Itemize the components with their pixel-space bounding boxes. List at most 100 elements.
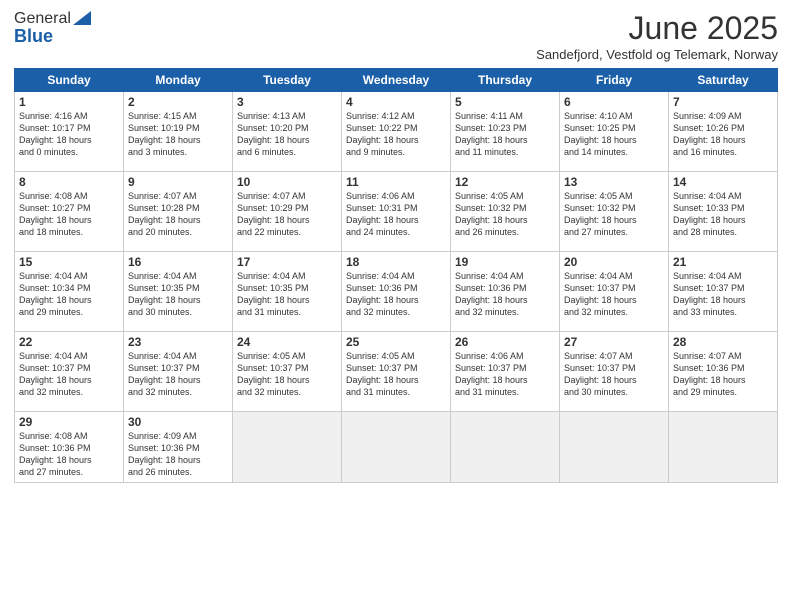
day-info: Sunrise: 4:04 AM Sunset: 10:37 PM Daylig…: [19, 350, 119, 399]
day-info: Sunrise: 4:12 AM Sunset: 10:22 PM Daylig…: [346, 110, 446, 159]
day-number: 2: [128, 95, 228, 109]
day-info: Sunrise: 4:07 AM Sunset: 10:29 PM Daylig…: [237, 190, 337, 239]
day-info: Sunrise: 4:04 AM Sunset: 10:35 PM Daylig…: [128, 270, 228, 319]
day-info: Sunrise: 4:07 AM Sunset: 10:37 PM Daylig…: [564, 350, 664, 399]
day-info: Sunrise: 4:04 AM Sunset: 10:36 PM Daylig…: [455, 270, 555, 319]
calendar-cell: [560, 412, 669, 483]
day-number: 14: [673, 175, 773, 189]
day-info: Sunrise: 4:06 AM Sunset: 10:37 PM Daylig…: [455, 350, 555, 399]
calendar-cell: 4Sunrise: 4:12 AM Sunset: 10:22 PM Dayli…: [342, 92, 451, 172]
day-number: 20: [564, 255, 664, 269]
day-info: Sunrise: 4:13 AM Sunset: 10:20 PM Daylig…: [237, 110, 337, 159]
calendar-cell: 23Sunrise: 4:04 AM Sunset: 10:37 PM Dayl…: [124, 332, 233, 412]
calendar-cell: [669, 412, 778, 483]
day-info: Sunrise: 4:04 AM Sunset: 10:35 PM Daylig…: [237, 270, 337, 319]
day-info: Sunrise: 4:08 AM Sunset: 10:36 PM Daylig…: [19, 430, 119, 479]
day-number: 11: [346, 175, 446, 189]
day-number: 30: [128, 415, 228, 429]
logo-icon: [73, 11, 91, 25]
day-info: Sunrise: 4:06 AM Sunset: 10:31 PM Daylig…: [346, 190, 446, 239]
col-header-tuesday: Tuesday: [233, 69, 342, 92]
calendar-header-row: SundayMondayTuesdayWednesdayThursdayFrid…: [15, 69, 778, 92]
calendar-week-4: 22Sunrise: 4:04 AM Sunset: 10:37 PM Dayl…: [15, 332, 778, 412]
calendar-cell: 27Sunrise: 4:07 AM Sunset: 10:37 PM Dayl…: [560, 332, 669, 412]
day-info: Sunrise: 4:15 AM Sunset: 10:19 PM Daylig…: [128, 110, 228, 159]
page: General Blue June 2025 Sandefjord, Vestf…: [0, 0, 792, 612]
col-header-saturday: Saturday: [669, 69, 778, 92]
day-info: Sunrise: 4:09 AM Sunset: 10:36 PM Daylig…: [128, 430, 228, 479]
col-header-monday: Monday: [124, 69, 233, 92]
calendar-cell: 28Sunrise: 4:07 AM Sunset: 10:36 PM Dayl…: [669, 332, 778, 412]
calendar-cell: 18Sunrise: 4:04 AM Sunset: 10:36 PM Dayl…: [342, 252, 451, 332]
day-number: 17: [237, 255, 337, 269]
calendar-cell: [233, 412, 342, 483]
calendar-week-2: 8Sunrise: 4:08 AM Sunset: 10:27 PM Dayli…: [15, 172, 778, 252]
calendar-cell: 8Sunrise: 4:08 AM Sunset: 10:27 PM Dayli…: [15, 172, 124, 252]
day-number: 27: [564, 335, 664, 349]
calendar-cell: 19Sunrise: 4:04 AM Sunset: 10:36 PM Dayl…: [451, 252, 560, 332]
calendar-cell: 7Sunrise: 4:09 AM Sunset: 10:26 PM Dayli…: [669, 92, 778, 172]
day-number: 24: [237, 335, 337, 349]
day-number: 1: [19, 95, 119, 109]
day-number: 6: [564, 95, 664, 109]
day-info: Sunrise: 4:05 AM Sunset: 10:32 PM Daylig…: [564, 190, 664, 239]
day-number: 23: [128, 335, 228, 349]
day-number: 16: [128, 255, 228, 269]
calendar-week-3: 15Sunrise: 4:04 AM Sunset: 10:34 PM Dayl…: [15, 252, 778, 332]
day-number: 18: [346, 255, 446, 269]
day-number: 25: [346, 335, 446, 349]
day-number: 3: [237, 95, 337, 109]
day-info: Sunrise: 4:07 AM Sunset: 10:28 PM Daylig…: [128, 190, 228, 239]
day-number: 5: [455, 95, 555, 109]
calendar-cell: 25Sunrise: 4:05 AM Sunset: 10:37 PM Dayl…: [342, 332, 451, 412]
logo-blue-text: Blue: [14, 26, 53, 47]
title-block: June 2025 Sandefjord, Vestfold og Telema…: [536, 10, 778, 62]
calendar-cell: 1Sunrise: 4:16 AM Sunset: 10:17 PM Dayli…: [15, 92, 124, 172]
calendar-cell: 11Sunrise: 4:06 AM Sunset: 10:31 PM Dayl…: [342, 172, 451, 252]
calendar-week-1: 1Sunrise: 4:16 AM Sunset: 10:17 PM Dayli…: [15, 92, 778, 172]
calendar-table: SundayMondayTuesdayWednesdayThursdayFrid…: [14, 68, 778, 483]
calendar-cell: 26Sunrise: 4:06 AM Sunset: 10:37 PM Dayl…: [451, 332, 560, 412]
calendar-cell: [451, 412, 560, 483]
col-header-sunday: Sunday: [15, 69, 124, 92]
day-number: 28: [673, 335, 773, 349]
logo: General Blue: [14, 10, 91, 47]
calendar-cell: 6Sunrise: 4:10 AM Sunset: 10:25 PM Dayli…: [560, 92, 669, 172]
calendar-cell: 29Sunrise: 4:08 AM Sunset: 10:36 PM Dayl…: [15, 412, 124, 483]
day-number: 7: [673, 95, 773, 109]
day-info: Sunrise: 4:04 AM Sunset: 10:36 PM Daylig…: [346, 270, 446, 319]
calendar-cell: 12Sunrise: 4:05 AM Sunset: 10:32 PM Dayl…: [451, 172, 560, 252]
day-info: Sunrise: 4:04 AM Sunset: 10:37 PM Daylig…: [673, 270, 773, 319]
day-info: Sunrise: 4:04 AM Sunset: 10:33 PM Daylig…: [673, 190, 773, 239]
day-info: Sunrise: 4:04 AM Sunset: 10:34 PM Daylig…: [19, 270, 119, 319]
day-info: Sunrise: 4:07 AM Sunset: 10:36 PM Daylig…: [673, 350, 773, 399]
header: General Blue June 2025 Sandefjord, Vestf…: [14, 10, 778, 62]
day-number: 19: [455, 255, 555, 269]
calendar-cell: 21Sunrise: 4:04 AM Sunset: 10:37 PM Dayl…: [669, 252, 778, 332]
col-header-wednesday: Wednesday: [342, 69, 451, 92]
day-info: Sunrise: 4:04 AM Sunset: 10:37 PM Daylig…: [128, 350, 228, 399]
day-info: Sunrise: 4:08 AM Sunset: 10:27 PM Daylig…: [19, 190, 119, 239]
calendar-cell: 20Sunrise: 4:04 AM Sunset: 10:37 PM Dayl…: [560, 252, 669, 332]
calendar-cell: 5Sunrise: 4:11 AM Sunset: 10:23 PM Dayli…: [451, 92, 560, 172]
calendar-week-5: 29Sunrise: 4:08 AM Sunset: 10:36 PM Dayl…: [15, 412, 778, 483]
day-number: 9: [128, 175, 228, 189]
day-number: 8: [19, 175, 119, 189]
day-number: 26: [455, 335, 555, 349]
calendar-cell: 30Sunrise: 4:09 AM Sunset: 10:36 PM Dayl…: [124, 412, 233, 483]
location-subtitle: Sandefjord, Vestfold og Telemark, Norway: [536, 47, 778, 62]
calendar-cell: 17Sunrise: 4:04 AM Sunset: 10:35 PM Dayl…: [233, 252, 342, 332]
day-number: 21: [673, 255, 773, 269]
day-info: Sunrise: 4:05 AM Sunset: 10:37 PM Daylig…: [346, 350, 446, 399]
day-info: Sunrise: 4:09 AM Sunset: 10:26 PM Daylig…: [673, 110, 773, 159]
day-number: 29: [19, 415, 119, 429]
day-info: Sunrise: 4:11 AM Sunset: 10:23 PM Daylig…: [455, 110, 555, 159]
calendar-cell: 15Sunrise: 4:04 AM Sunset: 10:34 PM Dayl…: [15, 252, 124, 332]
calendar-cell: 14Sunrise: 4:04 AM Sunset: 10:33 PM Dayl…: [669, 172, 778, 252]
calendar-cell: 10Sunrise: 4:07 AM Sunset: 10:29 PM Dayl…: [233, 172, 342, 252]
calendar-cell: 13Sunrise: 4:05 AM Sunset: 10:32 PM Dayl…: [560, 172, 669, 252]
col-header-friday: Friday: [560, 69, 669, 92]
calendar-cell: 16Sunrise: 4:04 AM Sunset: 10:35 PM Dayl…: [124, 252, 233, 332]
month-title: June 2025: [536, 10, 778, 47]
calendar-cell: 3Sunrise: 4:13 AM Sunset: 10:20 PM Dayli…: [233, 92, 342, 172]
